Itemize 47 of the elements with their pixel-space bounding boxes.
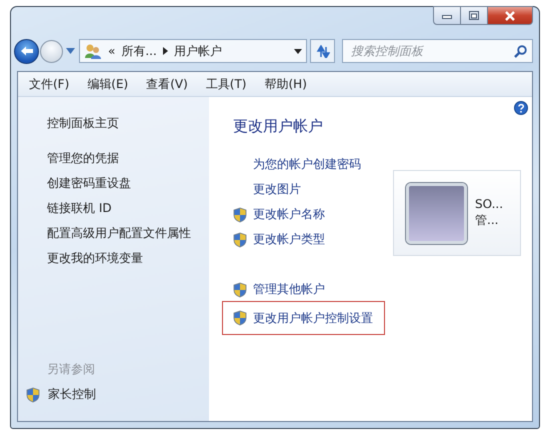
task-link[interactable]: 为您的帐户创建密码: [253, 156, 361, 173]
sidebar-link[interactable]: 配置高级用户配置文件属性: [18, 221, 209, 246]
task-link[interactable]: 更改用户帐户控制设置: [253, 310, 373, 326]
task-link[interactable]: 更改图片: [253, 181, 301, 198]
close-icon: [504, 10, 516, 20]
breadcrumb-item[interactable]: 所有...: [121, 42, 157, 60]
shield-icon: [233, 310, 247, 326]
back-button[interactable]: [14, 38, 39, 64]
arrow-icon: [20, 45, 34, 57]
search-icon[interactable]: [514, 45, 527, 58]
separator-icon: [162, 47, 168, 55]
users-icon: [84, 42, 102, 60]
refresh-icon: [316, 44, 330, 58]
menu-item[interactable]: 编辑(E): [78, 76, 138, 92]
shield-icon: [233, 232, 247, 248]
shield-icon: [26, 386, 40, 402]
menu-item[interactable]: 工具(T): [196, 76, 256, 92]
sidebar-link[interactable]: 更改我的环境变量: [18, 246, 209, 271]
shield-icon: [233, 282, 247, 298]
task-link[interactable]: 更改帐户名称: [253, 206, 325, 223]
task-link[interactable]: 管理其他帐户: [253, 281, 325, 298]
sidebar-link[interactable]: 控制面板主页: [18, 111, 209, 136]
dropdown-icon[interactable]: [294, 48, 302, 54]
minimize-icon: [442, 12, 452, 18]
account-type: 管...: [475, 212, 500, 229]
task-link[interactable]: 更改帐户类型: [253, 231, 325, 248]
shield-icon: [233, 206, 247, 222]
account-name: SO...: [475, 197, 504, 211]
page-title: 更改用户帐户: [233, 117, 324, 136]
help-icon[interactable]: [514, 101, 528, 115]
breadcrumb-item[interactable]: 用户帐户: [174, 42, 222, 60]
menu-item[interactable]: 文件(F): [20, 76, 78, 92]
overflow-chevron[interactable]: «: [108, 44, 116, 58]
maximize-icon: [469, 11, 479, 20]
close-button[interactable]: [488, 6, 533, 25]
sidebar-link[interactable]: 创建密码重设盘: [18, 171, 209, 196]
address-bar[interactable]: « 所有... 用户帐户: [79, 39, 307, 63]
menu-item[interactable]: 帮助(H): [256, 76, 316, 92]
refresh-button[interactable]: [310, 39, 335, 63]
minimize-button[interactable]: [433, 6, 461, 25]
sidebar-link[interactable]: 管理您的凭据: [18, 146, 209, 171]
menu-item[interactable]: 查看(V): [137, 76, 197, 92]
sidebar-link[interactable]: 家长控制: [48, 386, 96, 403]
maximize-button[interactable]: [461, 6, 488, 25]
sidebar-link[interactable]: 链接联机 ID: [18, 196, 209, 221]
search-field[interactable]: 搜索控制面板: [342, 39, 533, 63]
section-heading: 另请参阅: [46, 361, 96, 378]
